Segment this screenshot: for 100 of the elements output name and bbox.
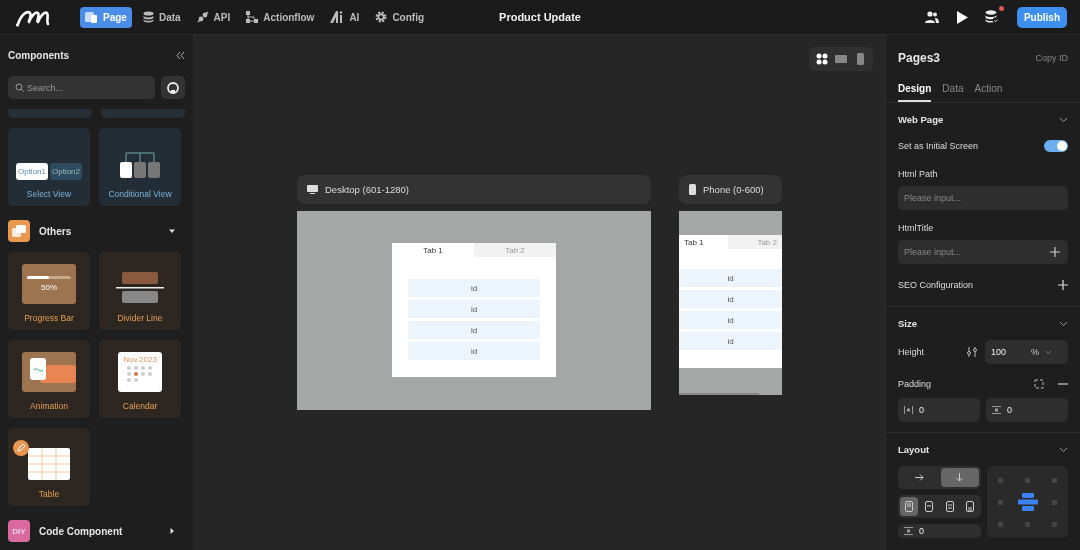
- section-title: Code Component: [39, 525, 124, 537]
- height-field[interactable]: 100 %: [985, 340, 1068, 364]
- page-icon: [85, 11, 98, 23]
- list-item: id: [408, 300, 540, 318]
- list-item: id: [408, 279, 540, 297]
- project-title: Product Update: [499, 11, 581, 23]
- copy-id-link[interactable]: Copy ID: [1035, 53, 1068, 63]
- table-drawing: [28, 448, 70, 480]
- phone-icon[interactable]: [854, 53, 866, 65]
- breakpoint-header[interactable]: Desktop (601-1280): [297, 175, 651, 204]
- github-button[interactable]: [161, 76, 185, 99]
- component-card[interactable]: Nov.2023 Calendar: [99, 340, 181, 418]
- flow-icon: [246, 11, 259, 23]
- list-item: id: [679, 311, 782, 329]
- monitor-icon: [307, 185, 318, 194]
- grid-icon[interactable]: [816, 53, 828, 65]
- component-card[interactable]: Animation: [8, 340, 90, 418]
- code-icon: DIY: [8, 520, 30, 542]
- nav-tab[interactable]: Config: [370, 6, 430, 28]
- field-label: Padding: [898, 379, 932, 389]
- component-card[interactable]: Option1 Option2 Select View: [8, 128, 90, 206]
- inspector-tab[interactable]: Action: [974, 83, 1003, 102]
- toggle-switch[interactable]: [1044, 140, 1068, 152]
- align-icon: [965, 501, 974, 512]
- adjust-icon[interactable]: [967, 347, 977, 357]
- alignment-button[interactable]: [900, 497, 919, 516]
- align-icon: [905, 501, 914, 512]
- database-check-icon[interactable]: [984, 10, 1000, 24]
- play-icon[interactable]: [955, 10, 968, 24]
- progress-reading: 50%: [41, 283, 57, 292]
- section-title: Layout: [898, 444, 930, 455]
- arrow-down-icon: [955, 473, 965, 482]
- section-title: Others: [39, 225, 73, 237]
- component-card[interactable]: Divider Line: [99, 252, 181, 330]
- align-icon: [945, 501, 954, 512]
- breakpoint-label: Phone (0-600): [703, 184, 764, 195]
- field-label: Set as Initial Screen: [898, 141, 979, 151]
- component-card[interactable]: 50% Progress Bar: [8, 252, 90, 330]
- arrow-right-icon: [914, 473, 924, 482]
- field-label: SEO Configuration: [898, 280, 974, 290]
- option-chip: Option2: [50, 163, 83, 180]
- caret-icon[interactable]: [169, 528, 175, 534]
- nav-tab[interactable]: Data: [137, 6, 186, 28]
- tab[interactable]: Tab 1: [679, 235, 728, 249]
- field-label: Html Path: [898, 169, 939, 179]
- plus-icon[interactable]: [1058, 280, 1068, 290]
- align-center-icon: [1017, 493, 1038, 511]
- database-icon: [142, 11, 154, 23]
- inspector-tab[interactable]: Data: [942, 83, 964, 102]
- dashed-square-icon[interactable]: [1034, 379, 1044, 389]
- padding-field[interactable]: 0: [898, 398, 980, 422]
- plug-icon: [196, 11, 209, 23]
- list-item: id: [679, 332, 782, 350]
- input-field[interactable]: Please input...: [898, 186, 1068, 210]
- pencil-icon: [13, 440, 29, 456]
- stack-icon: [8, 220, 30, 242]
- section-title: Web Page: [898, 114, 944, 125]
- vertical-padding-icon: [992, 406, 1001, 414]
- field-label: HtmlTitle: [898, 223, 935, 233]
- nav-tab[interactable]: API: [191, 6, 236, 28]
- breakpoint-header[interactable]: Phone (0-600): [679, 175, 782, 204]
- nav-tab[interactable]: AI: [325, 6, 365, 28]
- divider-drawing: [116, 272, 164, 304]
- search-field[interactable]: Search...: [8, 76, 155, 99]
- nav-tab[interactable]: Actionflow: [241, 6, 320, 28]
- inspector-tab[interactable]: Design: [898, 83, 932, 102]
- tab[interactable]: Tab 1: [392, 243, 474, 257]
- component-card[interactable]: Conditional View: [99, 128, 181, 206]
- collapse-icon[interactable]: [176, 51, 185, 60]
- settings-icon: [375, 11, 388, 23]
- chevron-icon[interactable]: [1059, 320, 1068, 327]
- list-item: id: [679, 290, 782, 308]
- search-icon: [15, 83, 24, 92]
- chevron-icon: [1045, 349, 1052, 355]
- input-field[interactable]: Please input...: [898, 240, 1068, 264]
- align-icon: [925, 501, 934, 512]
- padding-field[interactable]: 0: [986, 398, 1068, 422]
- breakpoint-label: Desktop (601-1280): [325, 184, 409, 195]
- list-item: id: [679, 269, 782, 287]
- chevron-icon[interactable]: [1059, 446, 1068, 453]
- list-item: id: [408, 321, 540, 339]
- monitor-icon[interactable]: [835, 53, 847, 65]
- phone-icon: [689, 184, 696, 195]
- vertical-padding-icon: [904, 527, 913, 535]
- section-title: Size: [898, 318, 917, 329]
- field-label: Height: [898, 347, 925, 357]
- gap-field[interactable]: 0: [898, 524, 981, 538]
- ai-icon: [330, 11, 345, 23]
- component-card[interactable]: Table: [8, 428, 90, 506]
- option-chip: Option1: [15, 163, 48, 180]
- plus-icon[interactable]: [1050, 247, 1060, 257]
- page-title: Pages3: [898, 51, 941, 65]
- calendar-drawing: Nov.2023: [118, 352, 162, 392]
- chevron-icon[interactable]: [1059, 116, 1068, 123]
- arrow-down-button[interactable]: [940, 468, 979, 487]
- horizontal-padding-icon: [904, 406, 913, 414]
- users-icon[interactable]: [924, 11, 939, 23]
- caret-icon[interactable]: [169, 228, 175, 234]
- alignment-grid[interactable]: [987, 466, 1068, 538]
- panel-title: Components: [8, 50, 70, 61]
